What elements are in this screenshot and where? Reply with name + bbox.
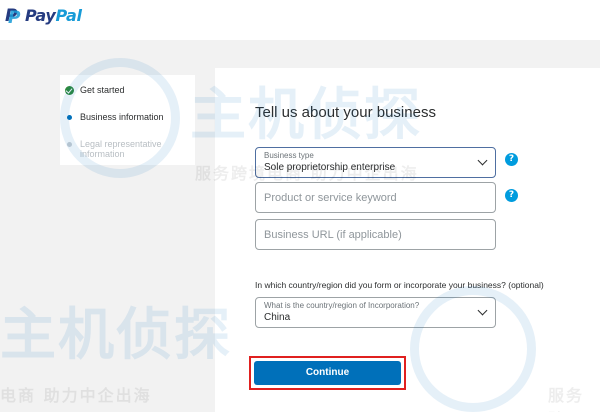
country-select[interactable]: What is the country/region of Incorporat… [255, 297, 496, 328]
dot-icon [67, 142, 72, 147]
continue-highlight: Continue [249, 356, 406, 390]
product-keyword-input[interactable]: Product or service keyword [255, 182, 496, 213]
help-icon[interactable]: ? [505, 153, 518, 166]
step-get-started[interactable]: Get started [64, 85, 125, 96]
step-business-information[interactable]: Business information [64, 112, 164, 123]
business-url-input[interactable]: Business URL (if applicable) [255, 219, 496, 250]
help-icon[interactable]: ? [505, 189, 518, 202]
check-icon [65, 86, 74, 95]
top-bar: PP PayPal [0, 0, 600, 40]
paypal-p-icon: PP [5, 5, 21, 28]
dot-icon [67, 115, 72, 120]
business-type-value: Sole proprietorship enterprise [264, 162, 396, 173]
step-legal-representative: Legal representative information [64, 139, 184, 159]
page-title: Tell us about your business [255, 104, 436, 121]
step-label: Legal representative information [80, 139, 162, 159]
step-label: Get started [80, 85, 125, 95]
step-label: Business information [80, 112, 164, 122]
business-type-select[interactable]: Business type Sole proprietorship enterp… [255, 147, 496, 178]
paypal-wordmark: PayPal [25, 6, 82, 25]
step-status-marker [64, 85, 75, 96]
form-panel: Tell us about your business Business typ… [215, 68, 600, 412]
continue-button[interactable]: Continue [254, 361, 401, 385]
country-value: China [264, 312, 291, 323]
business-url-placeholder: Business URL (if applicable) [264, 229, 402, 241]
product-keyword-placeholder: Product or service keyword [264, 192, 397, 204]
chevron-down-icon [477, 155, 488, 166]
paypal-logo[interactable]: PP PayPal [5, 5, 82, 28]
step-status-marker [64, 112, 75, 123]
step-status-marker [64, 139, 75, 150]
country-label: What is the country/region of Incorporat… [264, 301, 420, 310]
country-question: In which country/region did you form or … [255, 280, 544, 290]
progress-sidebar: Get started Business information Legal r… [60, 75, 195, 165]
business-type-label: Business type [264, 151, 314, 160]
chevron-down-icon [477, 305, 488, 316]
